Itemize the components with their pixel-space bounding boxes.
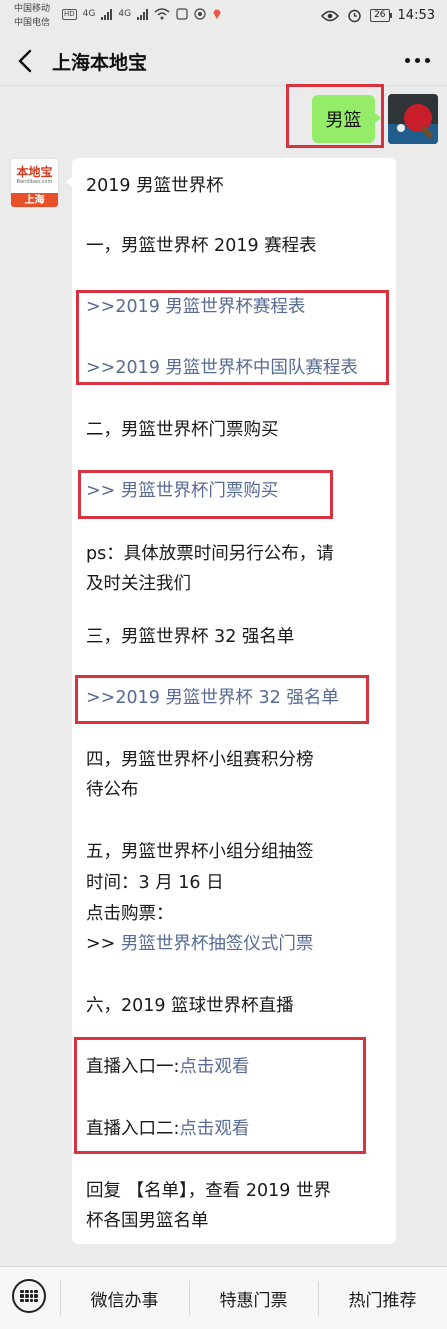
bendibao-logo: 本地宝 Bendibao.com [16,165,53,186]
network-indicators: HD 4G 4G [62,8,222,20]
link-draw-tickets[interactable]: 男篮世界杯抽签仪式门票 [121,934,314,954]
chat-title: 上海本地宝 [52,52,148,74]
keyboard-toggle-icon[interactable] [12,1279,46,1313]
section-heading-3: 三，男篮世界杯 32 强名单 [86,627,295,647]
menu-item-discount-tickets[interactable]: 特惠门票 [189,1267,318,1329]
hd-badge: HD [62,8,77,20]
battery-icon: 26 [370,9,393,22]
footer-line-2: 杯各国男篮名单 [86,1211,209,1231]
status-bar: 中国移动 中国电信 HD 4G 4G 26 14:53 [0,0,447,36]
section-heading-5-line-1: 五，男篮世界杯小组分组抽签 [86,842,314,862]
account-avatar[interactable]: 本地宝 Bendibao.com 上海 [10,158,59,208]
carrier-label-1: 中国移动 [14,4,51,14]
wifi-icon [154,8,170,20]
menu-item-wechat-services[interactable]: 微信办事 [60,1267,189,1329]
sent-message-bubble[interactable]: 男篮 [312,95,381,143]
highlight-box-live [74,1037,366,1154]
ps-line-2: 及时关注我们 [86,574,191,594]
highlight-box-top32 [75,675,369,724]
footer-line-1: 回复 【名单】，查看 2019 世界 [86,1181,331,1201]
back-arrow-icon[interactable] [14,48,38,74]
section-heading-2: 二，男篮世界杯门票购买 [86,420,279,440]
section-heading-4-line-2: 待公布 [86,780,139,800]
ps-line-1: ps：具体放票时间另行公布，请 [86,544,334,564]
city-label: 上海 [11,193,58,207]
section-heading-6: 六，2019 篮球世界杯直播 [86,996,294,1016]
menu-item-hot-picks[interactable]: 热门推荐 [318,1267,447,1329]
section-5-buy-label: 点击购票： [86,904,174,924]
ping-pong-paddle-icon [388,94,438,144]
chat-header: 上海本地宝 [0,36,447,86]
signal-bars-icon [101,8,113,20]
notification-icon [176,8,188,20]
more-options-icon[interactable] [405,50,431,70]
carrier-label-2: 中国电信 [14,18,51,28]
app-icon [194,8,206,20]
network-type-1: 4G [82,9,96,19]
bottom-menu-bar: 微信办事 特惠门票 热门推荐 [0,1266,447,1329]
highlight-box-tickets [78,470,333,519]
link-line-5: >> 男篮世界杯抽签仪式门票 [86,934,314,954]
user-avatar[interactable] [388,94,438,144]
reply-title: 2019 男篮世界杯 [86,176,224,196]
alarm-icon [348,9,361,23]
section-heading-1: 一，男篮世界杯 2019 赛程表 [86,236,317,256]
clock: 14:53 [397,8,435,23]
location-icon [213,9,221,19]
status-right: 26 14:53 [321,8,435,23]
eye-icon [321,10,340,21]
network-type-2: 4G [118,9,132,19]
signal-bars-icon-2 [137,8,149,20]
section-heading-4-line-1: 四，男篮世界杯小组赛积分榜 [86,750,314,770]
highlight-box-schedule-links [76,290,389,385]
section-5-draw-time: 时间：3 月 16 日 [86,873,224,893]
